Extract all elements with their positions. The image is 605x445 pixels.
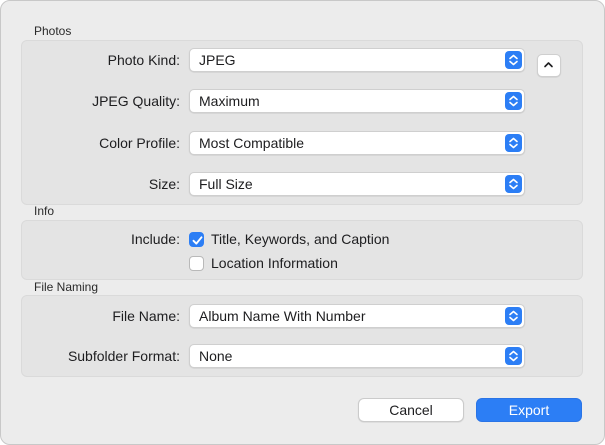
jpeg-quality-row: JPEG Quality: Maximum bbox=[22, 89, 582, 113]
color-profile-row: Color Profile: Most Compatible bbox=[22, 131, 582, 155]
file-naming-panel: File Name: Album Name With Number Subfol… bbox=[21, 295, 583, 377]
section-title-info: Info bbox=[34, 204, 55, 218]
subfolder-format-value: None bbox=[199, 348, 233, 364]
size-label: Size: bbox=[148, 176, 180, 192]
checkmark-icon bbox=[192, 236, 203, 245]
photo-kind-row: Photo Kind: JPEG bbox=[22, 48, 582, 77]
popup-stepper-icon bbox=[505, 51, 522, 69]
location-information-label: Location Information bbox=[211, 255, 338, 271]
collapse-photos-button[interactable] bbox=[537, 54, 561, 77]
cancel-button[interactable]: Cancel bbox=[358, 398, 464, 422]
file-name-popup[interactable]: Album Name With Number bbox=[189, 304, 525, 328]
popup-stepper-icon bbox=[505, 175, 522, 193]
photo-kind-popup[interactable]: JPEG bbox=[189, 48, 525, 72]
info-panel: Include: Title, Keywords, and Caption Lo… bbox=[21, 220, 583, 280]
color-profile-label: Color Profile: bbox=[99, 135, 180, 151]
export-button[interactable]: Export bbox=[476, 398, 582, 422]
title-keywords-caption-label: Title, Keywords, and Caption bbox=[211, 231, 390, 247]
color-profile-value: Most Compatible bbox=[199, 135, 305, 151]
jpeg-quality-popup[interactable]: Maximum bbox=[189, 89, 525, 113]
file-name-value: Album Name With Number bbox=[199, 308, 366, 324]
subfolder-format-label: Subfolder Format: bbox=[67, 348, 180, 364]
subfolder-format-popup[interactable]: None bbox=[189, 344, 525, 368]
chevron-up-icon bbox=[544, 62, 553, 68]
size-value: Full Size bbox=[199, 176, 253, 192]
popup-stepper-icon bbox=[505, 134, 522, 152]
photo-kind-label: Photo Kind: bbox=[107, 52, 180, 68]
color-profile-popup[interactable]: Most Compatible bbox=[189, 131, 525, 155]
file-name-row: File Name: Album Name With Number bbox=[22, 304, 582, 328]
popup-stepper-icon bbox=[505, 92, 522, 110]
jpeg-quality-value: Maximum bbox=[199, 93, 260, 109]
include-label: Include: bbox=[130, 231, 180, 247]
section-title-file-naming: File Naming bbox=[34, 280, 99, 294]
jpeg-quality-label: JPEG Quality: bbox=[92, 93, 180, 109]
subfolder-format-row: Subfolder Format: None bbox=[22, 344, 582, 368]
popup-stepper-icon bbox=[505, 307, 522, 325]
file-name-label: File Name: bbox=[112, 308, 180, 324]
size-popup[interactable]: Full Size bbox=[189, 172, 525, 196]
section-title-photos: Photos bbox=[34, 24, 72, 38]
title-keywords-caption-checkbox[interactable] bbox=[189, 232, 204, 247]
location-information-checkbox[interactable] bbox=[189, 256, 204, 271]
photo-kind-value: JPEG bbox=[199, 52, 236, 68]
size-row: Size: Full Size bbox=[22, 172, 582, 196]
popup-stepper-icon bbox=[505, 347, 522, 365]
photos-panel: Photo Kind: JPEG JPEG Quality: Maximum C… bbox=[21, 40, 583, 205]
export-dialog: Photos Photo Kind: JPEG JPEG Quality: Ma… bbox=[0, 0, 605, 445]
